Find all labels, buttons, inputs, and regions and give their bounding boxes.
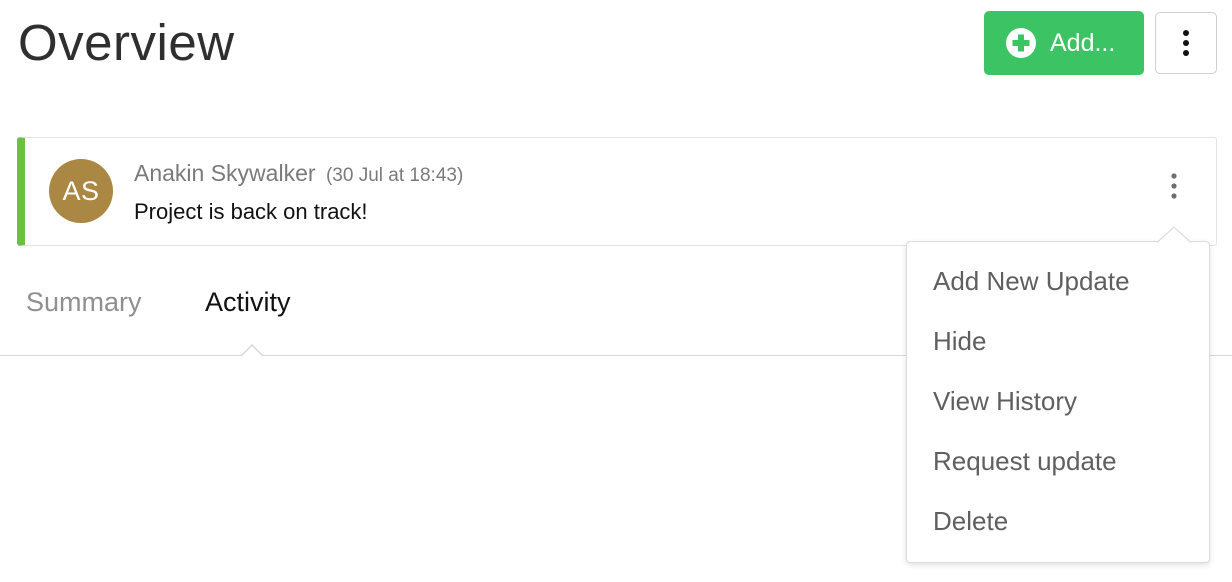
update-meta: Anakin Skywalker (30 Jul at 18:43) [134, 160, 463, 187]
overview-page: Overview Add... AS Anakin Skywalker (30 … [0, 0, 1232, 582]
menu-item-request-update[interactable]: Request update [933, 446, 1117, 477]
update-actions-menu: Add New Update Hide View History Request… [906, 241, 1210, 563]
author-name: Anakin Skywalker [134, 160, 316, 186]
plus-circle-icon [1006, 28, 1036, 58]
add-button-label: Add... [1050, 28, 1116, 57]
menu-item-delete[interactable]: Delete [933, 506, 1008, 537]
menu-pointer-arrow-icon [1157, 226, 1191, 243]
page-title: Overview [18, 14, 235, 71]
update-menu-button[interactable] [1159, 166, 1189, 206]
status-update-card: AS Anakin Skywalker (30 Jul at 18:43) Pr… [17, 137, 1217, 246]
menu-item-add-new-update[interactable]: Add New Update [933, 266, 1130, 297]
page-more-button[interactable] [1155, 12, 1217, 74]
update-message: Project is back on track! [134, 199, 368, 224]
avatar: AS [49, 159, 113, 223]
tab-activity[interactable]: Activity [205, 287, 291, 318]
update-timestamp: (30 Jul at 18:43) [325, 165, 464, 186]
menu-item-hide[interactable]: Hide [933, 326, 986, 357]
menu-item-view-history[interactable]: View History [933, 386, 1077, 417]
active-tab-caret-icon [241, 343, 263, 357]
vertical-ellipsis-icon [1171, 173, 1177, 199]
add-button[interactable]: Add... [984, 11, 1144, 75]
tab-summary[interactable]: Summary [26, 287, 142, 318]
vertical-ellipsis-icon [1182, 29, 1190, 57]
